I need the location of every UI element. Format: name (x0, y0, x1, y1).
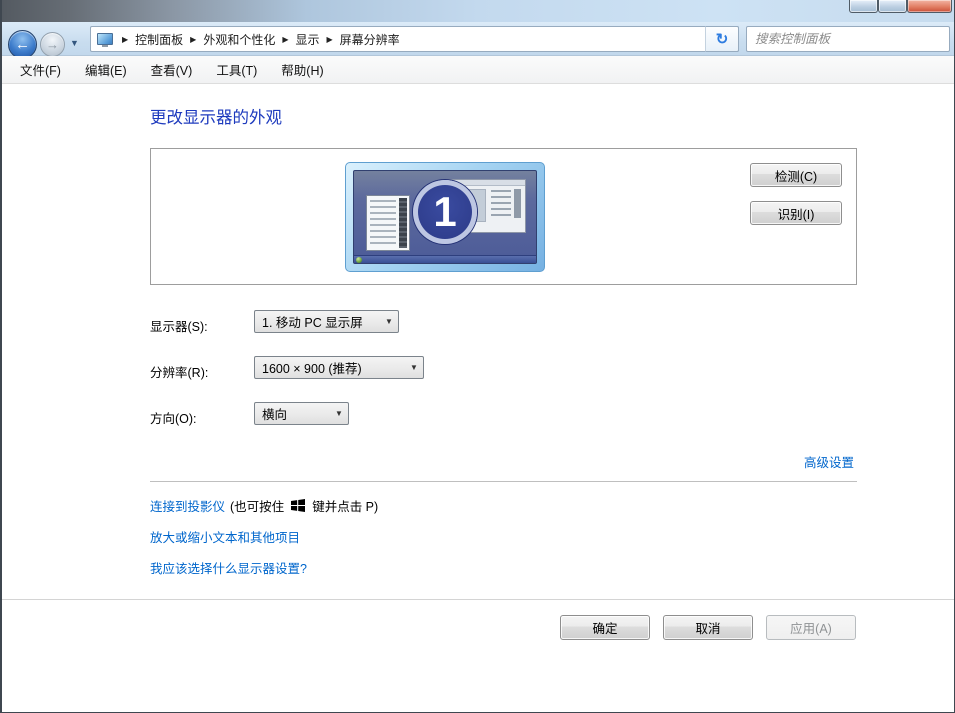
cancel-button[interactable]: 取消 (663, 615, 753, 640)
breadcrumb-separator-icon: ▶ (119, 35, 131, 44)
projector-hint-pre: (也可按住 (230, 496, 284, 515)
windows-key-icon (291, 499, 305, 512)
display-settings-help-link[interactable]: 我应该选择什么显示器设置? (150, 558, 307, 577)
breadcrumb-item-display[interactable]: 显示 (292, 31, 324, 48)
history-chevron-icon[interactable]: ▼ (70, 38, 79, 48)
mini-window-icon (366, 195, 410, 251)
mini-window-lines (491, 190, 511, 220)
display-select[interactable]: 1. 移动 PC 显示屏 ▼ (254, 310, 399, 333)
window-titlebar (2, 0, 954, 22)
display-select-value: 1. 移动 PC 显示屏 (255, 312, 380, 331)
resolution-label: 分辨率(R): (150, 362, 208, 381)
menu-tools[interactable]: 工具(T) (204, 56, 269, 83)
projector-hint-post: 键并点击 P) (312, 496, 378, 515)
divider (150, 481, 857, 482)
chevron-down-icon: ▼ (330, 409, 348, 418)
apply-button[interactable]: 应用(A) (766, 615, 856, 640)
mini-window-scrollbar (399, 198, 407, 248)
breadcrumb-separator-icon: ▶ (187, 35, 199, 44)
search-box (746, 26, 950, 52)
back-button[interactable]: ← (8, 30, 37, 59)
breadcrumb-item-screen-resolution[interactable]: 屏幕分辨率 (336, 31, 404, 48)
mini-window-lines (370, 200, 396, 246)
chevron-down-icon: ▼ (380, 317, 398, 326)
resolution-select[interactable]: 1600 × 900 (推荐) ▼ (254, 356, 424, 379)
orientation-select-value: 横向 (255, 404, 330, 423)
projector-row: 连接到投影仪 (也可按住 键并点击 P) (150, 496, 378, 515)
identify-button[interactable]: 识别(I) (750, 201, 842, 225)
mini-start-orb-icon (356, 257, 362, 263)
close-button[interactable] (907, 0, 952, 13)
menu-help[interactable]: 帮助(H) (269, 56, 335, 83)
advanced-settings-link[interactable]: 高级设置 (804, 452, 854, 471)
breadcrumb[interactable]: ▶ 控制面板 ▶ 外观和个性化 ▶ 显示 ▶ 屏幕分辨率 ▼ (90, 26, 739, 52)
breadcrumb-separator-icon: ▶ (279, 35, 291, 44)
breadcrumb-item-appearance[interactable]: 外观和个性化 (199, 31, 279, 48)
maximize-button[interactable] (878, 0, 907, 13)
resolution-select-value: 1600 × 900 (推荐) (255, 358, 405, 377)
menu-edit[interactable]: 编辑(E) (73, 56, 139, 83)
monitor-preview[interactable]: 1 (345, 162, 545, 272)
page-title: 更改显示器的外观 (150, 104, 282, 128)
menu-file[interactable]: 文件(F) (8, 56, 73, 83)
search-input[interactable] (747, 27, 949, 51)
menu-bar: 文件(F) 编辑(E) 查看(V) 工具(T) 帮助(H) (2, 56, 954, 84)
display-label: 显示器(S): (150, 316, 208, 335)
orientation-select[interactable]: 横向 ▼ (254, 402, 349, 425)
monitor-number-badge: 1 (413, 180, 477, 244)
menu-view[interactable]: 查看(V) (139, 56, 205, 83)
chevron-down-icon: ▼ (405, 363, 423, 372)
connect-projector-link[interactable]: 连接到投影仪 (150, 496, 225, 515)
detect-button[interactable]: 检测(C) (750, 163, 842, 187)
minimize-button[interactable] (849, 0, 878, 13)
magnify-text-link[interactable]: 放大或缩小文本和其他项目 (150, 527, 300, 546)
divider (2, 599, 954, 600)
breadcrumb-separator-icon: ▶ (324, 35, 336, 44)
orientation-label: 方向(O): (150, 408, 197, 427)
monitor-screen: 1 (353, 170, 537, 264)
refresh-button[interactable]: ↻ (705, 26, 739, 52)
screen-resolution-window: ← → ▼ ▶ 控制面板 ▶ 外观和个性化 ▶ 显示 ▶ 屏幕分辨率 ▼ ↻ 文… (0, 0, 955, 713)
window-controls (849, 0, 952, 13)
navigation-bar: ← → ▼ ▶ 控制面板 ▶ 外观和个性化 ▶ 显示 ▶ 屏幕分辨率 ▼ ↻ (2, 22, 954, 56)
breadcrumb-item-control-panel[interactable]: 控制面板 (131, 31, 187, 48)
mini-taskbar (354, 255, 536, 263)
mini-window-scrollbar (514, 189, 521, 218)
display-icon (97, 33, 113, 45)
ok-button[interactable]: 确定 (560, 615, 650, 640)
forward-button[interactable]: → (40, 32, 65, 57)
